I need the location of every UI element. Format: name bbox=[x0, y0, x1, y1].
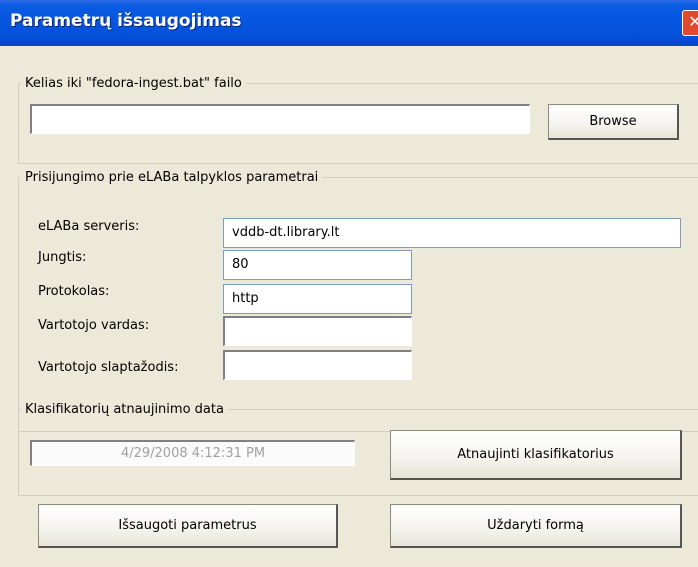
browse-button[interactable]: Browse bbox=[548, 104, 679, 140]
close-form-button[interactable]: Uždaryti formą bbox=[390, 504, 682, 548]
path-input[interactable] bbox=[30, 104, 530, 134]
save-parameters-button[interactable]: Išsaugoti parametrus bbox=[38, 504, 338, 548]
protocol-field[interactable]: http bbox=[223, 284, 412, 314]
browse-button-label: Browse bbox=[589, 114, 637, 129]
refresh-classifiers-label: Atnaujinti klasifikatorius bbox=[457, 447, 614, 462]
classifier-group-legend: Klasifikatorių atnaujinimo data bbox=[25, 402, 224, 417]
save-parameters-label: Išsaugoti parametrus bbox=[118, 518, 257, 533]
connection-group-legend: Prisijungimo prie eLABa talpyklos parame… bbox=[25, 170, 319, 185]
protocol-label: Protokolas: bbox=[38, 284, 110, 299]
refresh-classifiers-button[interactable]: Atnaujinti klasifikatorius bbox=[390, 430, 682, 480]
classifier-date-field: 4/29/2008 4:12:31 PM bbox=[30, 440, 355, 466]
username-label: Vartotojo vardas: bbox=[38, 318, 150, 333]
username-field[interactable] bbox=[223, 316, 412, 346]
close-form-label: Uždaryti formą bbox=[487, 518, 584, 533]
password-field[interactable] bbox=[223, 350, 412, 380]
password-label: Vartotojo slaptažodis: bbox=[38, 360, 179, 375]
window-title: Parametrų išsaugojimas bbox=[10, 11, 242, 31]
server-field[interactable]: vddb-dt.library.lt bbox=[223, 218, 681, 248]
close-icon[interactable]: ✕ bbox=[682, 10, 698, 36]
server-label: eLABa serveris: bbox=[38, 219, 140, 234]
port-field[interactable]: 80 bbox=[223, 250, 412, 280]
port-label: Jungtis: bbox=[38, 250, 87, 265]
path-group-legend: Kelias iki "fedora-ingest.bat" failo bbox=[25, 76, 242, 91]
dialog-body: Kelias iki "fedora-ingest.bat" failo Bro… bbox=[0, 46, 698, 567]
title-bar[interactable]: Parametrų išsaugojimas ✕ bbox=[0, 0, 698, 46]
